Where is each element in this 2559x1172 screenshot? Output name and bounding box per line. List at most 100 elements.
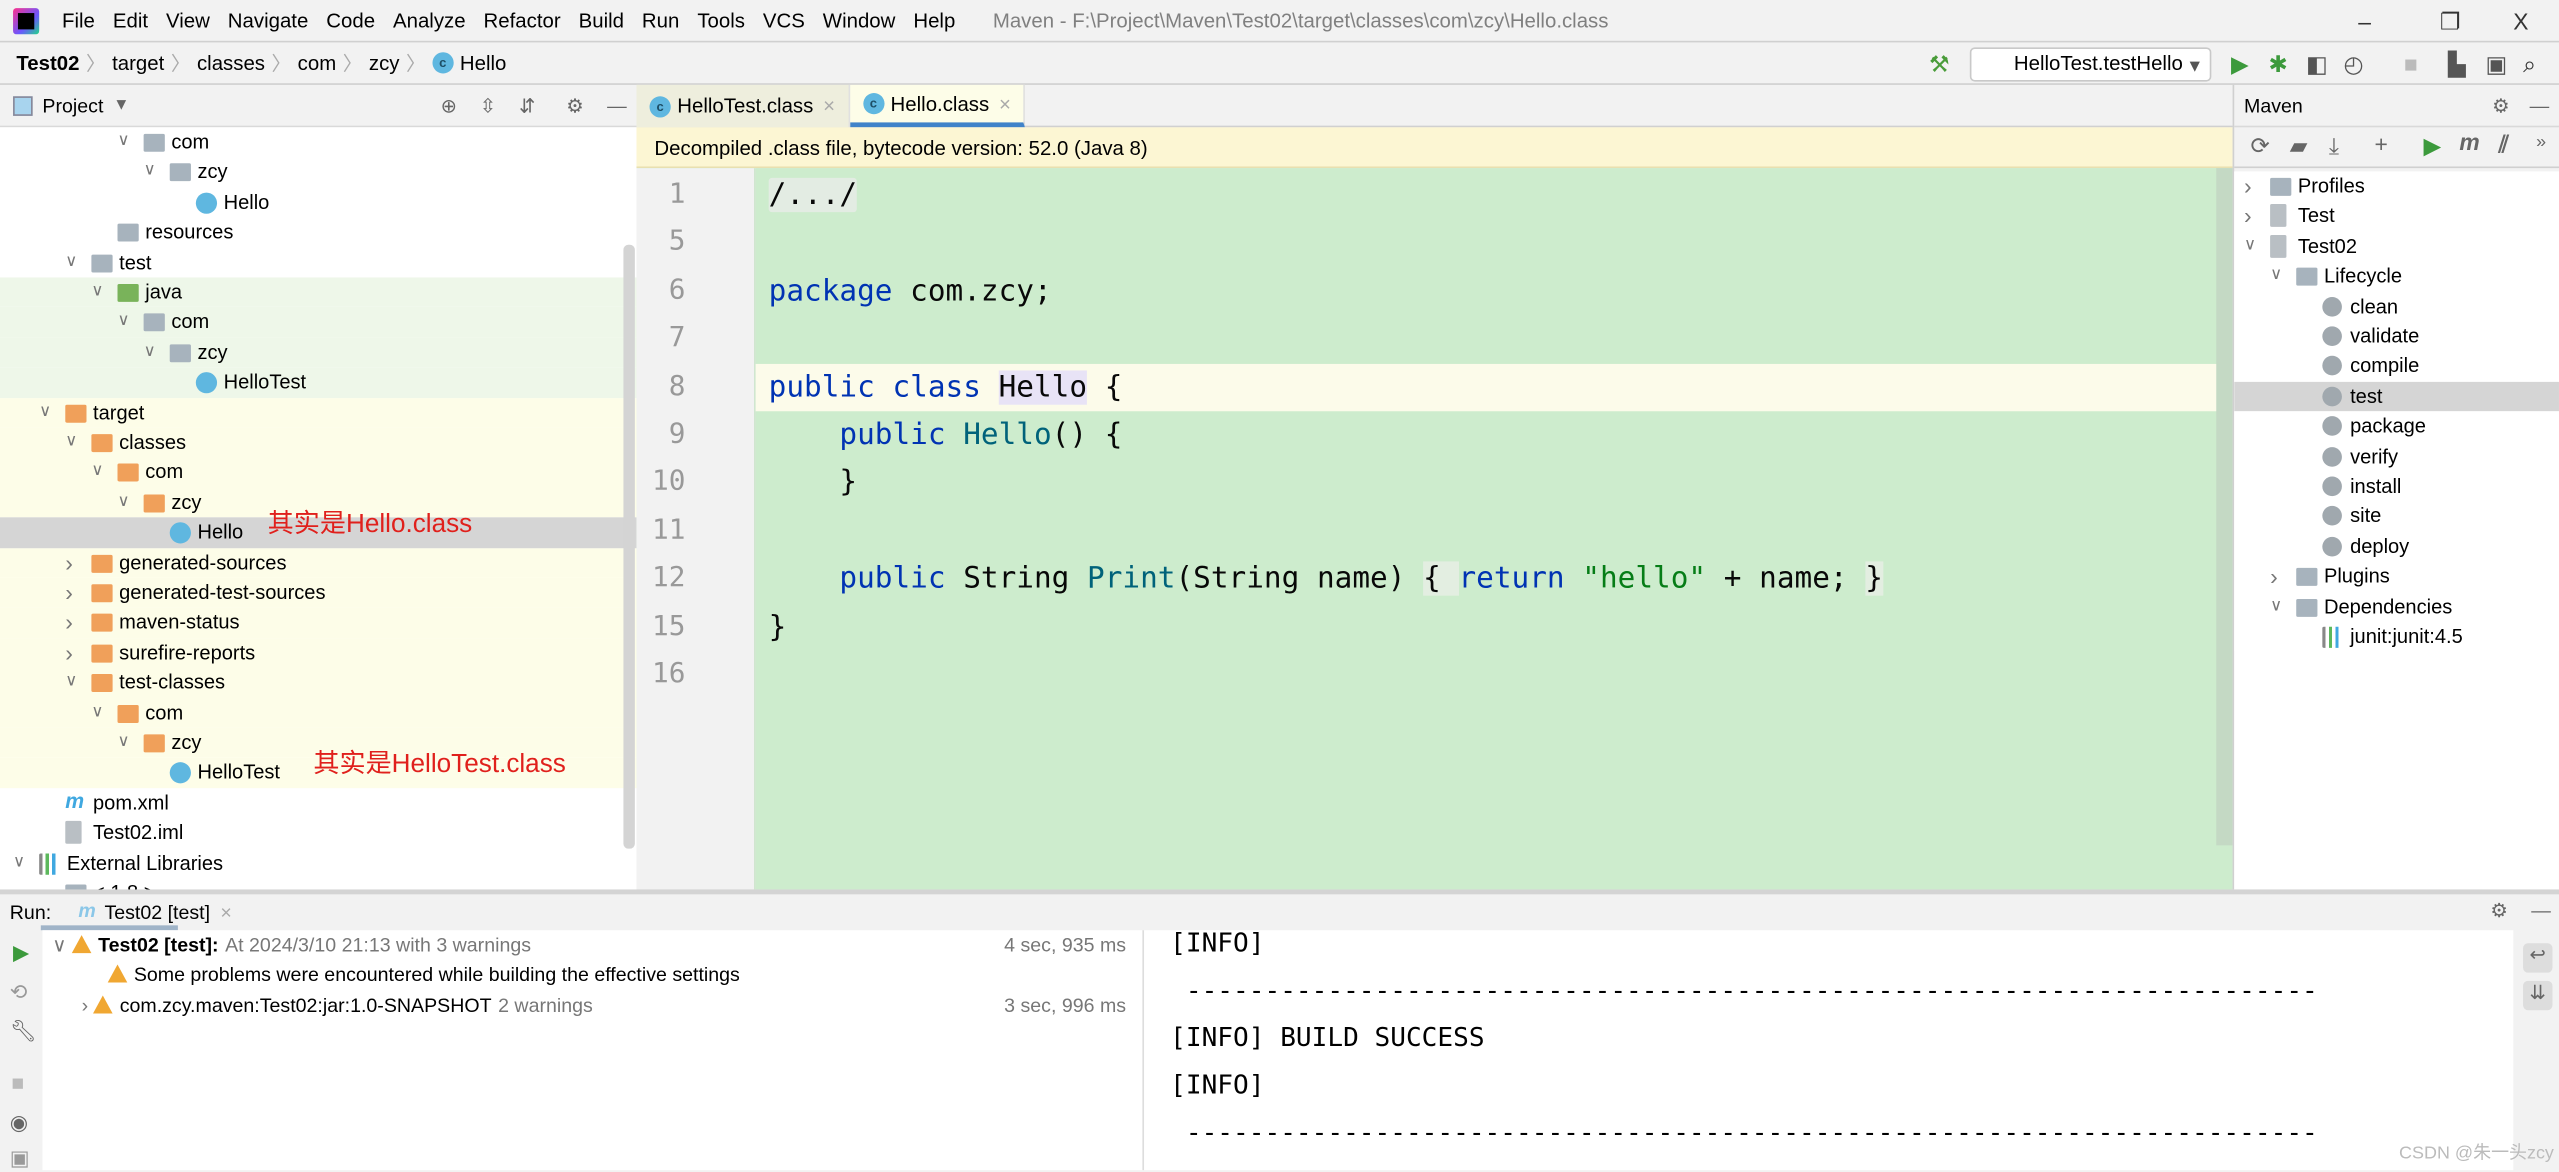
chevron-down-icon[interactable]: ∨ bbox=[2244, 231, 2256, 261]
locate-icon[interactable]: ⊕ bbox=[441, 94, 457, 117]
chevron-right-icon[interactable]: › bbox=[2270, 562, 2278, 592]
tree-item[interactable]: m pom.xml bbox=[0, 787, 637, 818]
tree-item[interactable]: ∨ External Libraries bbox=[0, 847, 637, 878]
breadcrumb-item[interactable]: Test02 bbox=[16, 51, 79, 74]
soft-wrap-icon[interactable]: ↩ bbox=[2523, 943, 2553, 973]
tree-item[interactable]: ∨ java bbox=[0, 277, 637, 308]
tree-item[interactable]: ∨ classes bbox=[0, 427, 637, 458]
rerun-icon[interactable]: ▶ bbox=[13, 940, 29, 966]
chevron-down-icon[interactable]: ∨ bbox=[65, 247, 77, 277]
build-hammer-icon[interactable]: ⚒ bbox=[1929, 51, 1950, 79]
run-config-dropdown[interactable]: HelloTest.testHello ▾ bbox=[1969, 47, 2212, 82]
code-editor[interactable]: 1 /.../ 5 6 package com.zcy; 7 8 public class H… bbox=[636, 168, 2233, 890]
expand-all-icon[interactable]: ⇳ bbox=[480, 94, 496, 117]
tab-hellotest-class[interactable]: c HelloTest.class × bbox=[636, 84, 850, 128]
debug-icon[interactable]: ✱ bbox=[2268, 51, 2287, 79]
gear-icon[interactable]: ⚙ bbox=[566, 94, 584, 117]
generate-sources-icon[interactable]: ▰ bbox=[2290, 132, 2308, 160]
tree-item[interactable]: ∨ Lifecycle bbox=[2234, 261, 2559, 292]
tree-item[interactable]: junit:junit:4.5 bbox=[2234, 621, 2559, 652]
chevron-down-icon[interactable]: ∨ bbox=[65, 668, 77, 698]
chevron-down-icon[interactable]: ∨ bbox=[91, 698, 103, 728]
menu-help[interactable]: Help bbox=[913, 9, 955, 32]
chevron-down-icon[interactable]: ∨ bbox=[118, 728, 130, 758]
chevron-down-icon[interactable]: ∨ bbox=[118, 307, 130, 337]
tree-item[interactable]: ∨ com bbox=[0, 307, 637, 338]
stop-icon[interactable]: ■ bbox=[2404, 51, 2418, 77]
chevron-right-icon[interactable]: › bbox=[65, 578, 73, 608]
tree-item[interactable]: compile bbox=[2234, 351, 2559, 382]
hide-icon[interactable]: — bbox=[2530, 94, 2550, 117]
tree-item[interactable]: resources bbox=[0, 217, 637, 248]
project-structure-icon[interactable]: ▙ bbox=[2448, 51, 2466, 79]
chevron-right-icon[interactable]: › bbox=[39, 878, 47, 890]
gear-icon[interactable]: ⚙ bbox=[2492, 94, 2510, 117]
chevron-down-icon[interactable]: ∨ bbox=[91, 458, 103, 488]
tree-item[interactable]: HelloTest 其实是HelloTest.class bbox=[0, 751, 637, 788]
tree-item[interactable]: › maven-status bbox=[0, 607, 637, 638]
tree-item[interactable]: validate bbox=[2234, 321, 2559, 352]
breadcrumb-item[interactable]: Hello bbox=[460, 51, 507, 74]
tree-item[interactable]: › generated-sources bbox=[0, 547, 637, 578]
wrench-icon[interactable]: 🔧︎ bbox=[10, 1018, 37, 1044]
profiler-icon[interactable]: ◴ bbox=[2344, 51, 2364, 79]
tree-item[interactable]: ∨ Dependencies bbox=[2234, 591, 2559, 622]
chevron-down-icon[interactable]: ∨ bbox=[13, 848, 25, 878]
hide-icon[interactable]: — bbox=[2531, 899, 2551, 922]
skip-tests-icon[interactable]: ⫽ bbox=[2499, 131, 2509, 159]
chevron-down-icon[interactable]: ∨ bbox=[2270, 261, 2282, 291]
tab-hello-class[interactable]: c Hello.class × bbox=[849, 84, 1026, 128]
chevron-right-icon[interactable]: › bbox=[65, 548, 73, 578]
tree-item[interactable]: site bbox=[2234, 501, 2559, 532]
close-icon[interactable]: × bbox=[823, 95, 835, 118]
minimize-button[interactable]: – bbox=[2358, 8, 2371, 34]
tree-item[interactable]: HelloTest bbox=[0, 367, 637, 398]
eye-icon[interactable]: ◉ bbox=[10, 1110, 29, 1136]
tree-item[interactable]: › Profiles bbox=[2234, 171, 2559, 202]
search-icon[interactable]: ⌕ bbox=[2523, 51, 2536, 79]
run-maven-icon[interactable]: ▶ bbox=[2424, 132, 2442, 160]
menu-vcs[interactable]: VCS bbox=[763, 9, 805, 32]
tree-item[interactable]: Test02.iml bbox=[0, 817, 637, 848]
chevron-right-icon[interactable]: › bbox=[82, 994, 94, 1017]
chevron-down-icon[interactable]: ∨ bbox=[118, 127, 130, 157]
breadcrumb-item[interactable]: classes bbox=[197, 51, 265, 74]
chevron-down-icon[interactable]: ∨ bbox=[91, 277, 103, 307]
menu-code[interactable]: Code bbox=[326, 9, 375, 32]
breadcrumb-item[interactable]: zcy bbox=[369, 51, 400, 74]
menu-build[interactable]: Build bbox=[579, 9, 624, 32]
tree-item[interactable]: › Plugins bbox=[2234, 561, 2559, 592]
chevron-down-icon[interactable]: ∨ bbox=[144, 157, 156, 187]
download-icon[interactable]: ⤓ bbox=[2329, 132, 2339, 160]
tree-item[interactable]: clean bbox=[2234, 291, 2559, 322]
tree-item[interactable]: ∨ zcy bbox=[0, 337, 637, 368]
chevron-right-icon[interactable]: › bbox=[2244, 171, 2252, 201]
hide-icon[interactable]: — bbox=[607, 94, 627, 117]
run-tab[interactable]: Test02 [test] bbox=[104, 901, 210, 924]
chevron-right-icon[interactable]: › bbox=[2244, 201, 2252, 231]
tree-item[interactable]: install bbox=[2234, 471, 2559, 502]
tree-item[interactable]: ∨ test-classes bbox=[0, 667, 637, 698]
chevron-down-icon[interactable]: ∨ bbox=[65, 428, 77, 458]
close-icon[interactable]: × bbox=[999, 92, 1011, 115]
tree-item[interactable]: ∨ com bbox=[0, 457, 637, 488]
chevron-down-icon[interactable]: ∨ bbox=[52, 934, 72, 957]
maven-goal-icon[interactable]: m bbox=[2459, 129, 2479, 155]
tree-item[interactable]: ∨ com bbox=[0, 697, 637, 728]
run-tree-item[interactable]: ∨ Test02 [test]: At 2024/3/10 21:13 with … bbox=[52, 930, 1132, 960]
tree-item[interactable]: test bbox=[2234, 381, 2559, 412]
tree-item[interactable]: ∨ com bbox=[0, 127, 637, 158]
terminal-icon[interactable]: ▣ bbox=[2486, 51, 2508, 79]
tree-item[interactable]: › surefire-reports bbox=[0, 637, 637, 668]
menu-edit[interactable]: Edit bbox=[113, 9, 148, 32]
tree-item[interactable]: › < 1.8 > bbox=[0, 878, 637, 890]
tree-item[interactable]: verify bbox=[2234, 441, 2559, 472]
more-icon[interactable]: » bbox=[2536, 132, 2546, 152]
camera-icon[interactable]: ▣ bbox=[10, 1146, 30, 1172]
reload-icon[interactable]: ⟳ bbox=[2251, 132, 2270, 160]
tree-item[interactable]: ∨ target bbox=[0, 397, 637, 428]
tree-item[interactable]: Hello 其实是Hello.class bbox=[0, 511, 637, 548]
run-icon[interactable]: ▶ bbox=[2231, 51, 2249, 79]
restore-button[interactable]: ❐ bbox=[2440, 8, 2461, 36]
tree-item[interactable]: ∨ Test02 bbox=[2234, 231, 2559, 262]
